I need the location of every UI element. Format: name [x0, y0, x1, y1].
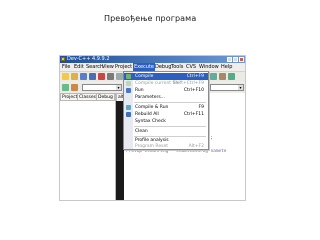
menu-help[interactable]: Help — [221, 63, 232, 71]
menu-item-compile[interactable]: Compile Ctrl+F9 — [124, 73, 208, 80]
tab-divider — [60, 100, 115, 101]
tab-debug[interactable]: Debug — [96, 93, 115, 100]
menu-item-program-reset[interactable]: Program Reset Alt+F2 — [124, 144, 208, 149]
menu-item-shortcut: F9 — [198, 105, 204, 110]
print-icon[interactable] — [107, 73, 114, 80]
menu-item-profile-analysis[interactable]: Profile analysis — [124, 137, 208, 144]
open-folder-icon[interactable] — [71, 73, 78, 80]
goto-icon[interactable] — [228, 73, 235, 80]
menu-item-label: Clean — [135, 129, 148, 134]
menu-item-rebuild-all[interactable]: Rebuild All Ctrl+F11 — [124, 111, 208, 118]
save-all-icon[interactable] — [89, 73, 96, 80]
menu-project[interactable]: Project — [115, 63, 132, 71]
menu-window[interactable]: Window — [199, 63, 219, 71]
menu-item-shortcut: Ctrl+F9 — [186, 74, 204, 79]
add-file-icon[interactable] — [71, 84, 78, 91]
project-panel: Project Classes Debug — [60, 93, 116, 200]
menu-cvs[interactable]: CVS — [186, 63, 196, 71]
rebuild-icon — [126, 112, 131, 117]
menu-separator — [134, 102, 206, 103]
new-project-icon[interactable] — [62, 84, 69, 91]
menu-item-label: Compile — [135, 74, 154, 79]
menu-file[interactable]: File — [62, 63, 70, 71]
menu-item-shortcut: Ctrl+F11 — [183, 112, 204, 117]
close-file-icon[interactable] — [98, 73, 105, 80]
window-titlebar: Dev-C++ 4.9.9.2 — [60, 56, 245, 63]
menu-item-compile-current-file[interactable]: Compile current file Shift+Ctrl+F9 — [124, 80, 208, 87]
menu-item-label: Run — [135, 88, 144, 93]
menu-separator — [134, 126, 206, 127]
menu-item-run[interactable]: Run Ctrl+F10 — [124, 87, 208, 94]
function-combo[interactable]: ▾ — [210, 84, 244, 91]
menu-item-syntax-check[interactable]: Syntax Check — [124, 118, 208, 125]
window-title: Dev-C++ 4.9.9.2 — [67, 56, 110, 62]
execute-menu: Compile Ctrl+F9 Compile current file Shi… — [123, 71, 209, 150]
menu-item-label: Compile & Run — [135, 105, 169, 110]
menu-view[interactable]: View — [102, 63, 114, 71]
menu-item-label: Rebuild All — [135, 112, 159, 117]
menu-item-shortcut: Ctrl+F10 — [183, 88, 204, 93]
run-icon — [126, 88, 131, 93]
menu-item-label: Profile analysis — [135, 138, 169, 143]
minimize-button[interactable] — [227, 57, 232, 62]
menu-edit[interactable]: Edit — [74, 63, 84, 71]
menu-execute[interactable]: Execute — [133, 63, 155, 71]
menu-search[interactable]: Search — [86, 63, 103, 71]
ide-screenshot: Dev-C++ 4.9.9.2 File Edit Search View Pr… — [60, 56, 245, 200]
menu-item-parameters[interactable]: Parameters... — [124, 94, 208, 101]
replace-icon[interactable] — [219, 73, 226, 80]
menu-item-compile-and-run[interactable]: Compile & Run F9 — [124, 104, 208, 111]
close-button[interactable] — [239, 57, 244, 62]
menu-item-label: Syntax Check — [135, 119, 166, 124]
menu-item-shortcut: Alt+F2 — [188, 144, 204, 149]
chevron-down-icon: ▾ — [116, 85, 121, 90]
app-icon — [61, 57, 65, 61]
compile-run-icon — [126, 105, 131, 110]
compile-icon — [126, 74, 131, 79]
save-icon[interactable] — [80, 73, 87, 80]
find-icon[interactable] — [210, 73, 217, 80]
undo-icon[interactable] — [116, 73, 123, 80]
tab-classes[interactable]: Classes — [77, 93, 98, 100]
menu-tools[interactable]: Tools — [171, 63, 183, 71]
chevron-down-icon: ▾ — [238, 85, 243, 90]
new-file-icon[interactable] — [62, 73, 69, 80]
menu-item-label: Program Reset — [135, 144, 168, 149]
slide-title: Превођење програма — [104, 14, 197, 23]
class-combo[interactable]: ▾ — [82, 84, 122, 91]
maximize-button[interactable] — [233, 57, 238, 62]
menu-debug[interactable]: Debug — [155, 63, 171, 71]
menu-item-shortcut: Shift+Ctrl+F9 — [172, 81, 204, 86]
menu-item-clean[interactable]: Clean — [124, 128, 208, 135]
menu-item-label: Parameters... — [135, 95, 166, 100]
compile-file-icon — [126, 81, 131, 86]
